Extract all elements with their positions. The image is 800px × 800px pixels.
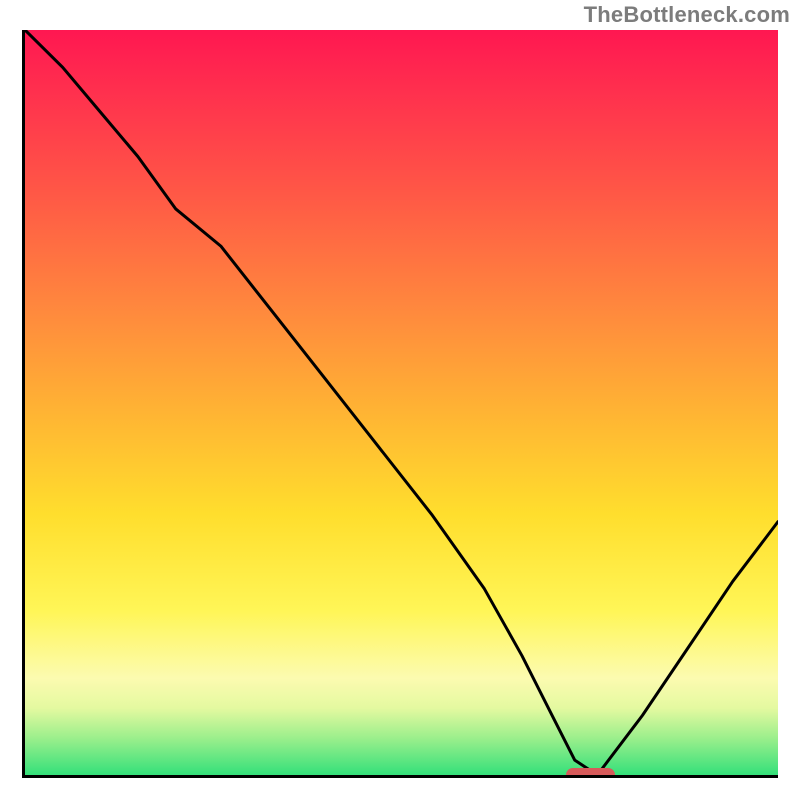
chart-container: TheBottleneck.com [0,0,800,800]
plot-area [22,30,778,778]
watermark-text: TheBottleneck.com [584,2,790,28]
bottleneck-curve [25,30,778,775]
optimum-marker [566,768,615,778]
